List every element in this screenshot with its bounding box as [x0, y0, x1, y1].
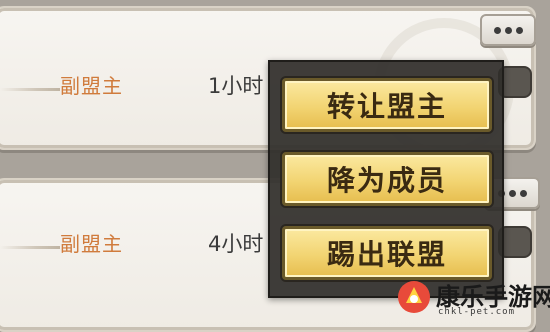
divider [0, 246, 60, 249]
divider [0, 88, 60, 91]
more-dots-icon [504, 26, 512, 34]
member-action-menu: 转让盟主 降为成员 踢出联盟 [268, 60, 504, 298]
member-last-online: 1小时 [208, 74, 264, 98]
site-logo-icon [398, 281, 430, 313]
member-last-online: 4小时 [208, 232, 264, 256]
site-watermark: 康乐手游网 chkl-pet.com [394, 273, 550, 325]
member-role: 副盟主 [60, 74, 123, 98]
member-role: 副盟主 [60, 232, 123, 256]
more-dots-icon [508, 189, 516, 197]
more-dots-icon [493, 26, 501, 34]
transfer-leader-button[interactable]: 转让盟主 [282, 78, 492, 132]
more-dots-icon [519, 189, 527, 197]
demote-to-member-button[interactable]: 降为成员 [282, 152, 492, 206]
watermark-url: chkl-pet.com [438, 307, 516, 317]
more-options-button[interactable] [480, 14, 536, 46]
kick-from-alliance-button[interactable]: 踢出联盟 [282, 226, 492, 280]
more-dots-icon [515, 26, 523, 34]
